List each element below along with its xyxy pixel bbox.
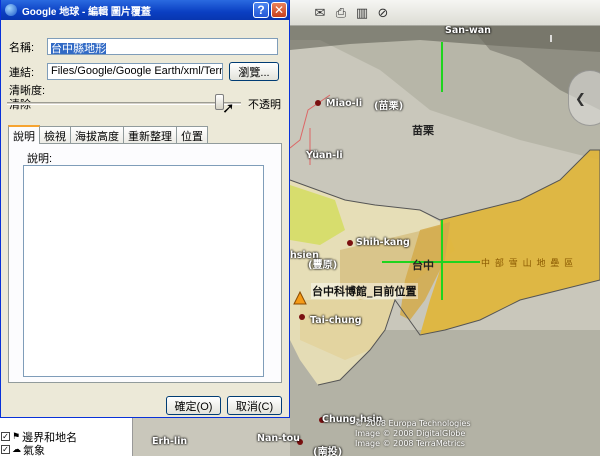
county-label: 台中: [412, 259, 434, 272]
flag-icon: ⚑: [12, 431, 21, 441]
city-label: Shih-kang: [356, 237, 410, 248]
layer-item[interactable]: ✓ ☁ 氣象: [0, 443, 132, 456]
city-label: Erh-lin: [152, 436, 188, 447]
description-label: 說明:: [27, 153, 53, 165]
tab-bar: 說明 檢視 海拔高度 重新整理 位置: [8, 125, 208, 144]
imagery-copyright: © 2008 Europa Technologies Image © 2008 …: [355, 419, 471, 448]
opaque-label: 不透明: [248, 99, 281, 111]
layer-item[interactable]: ✓ ⚑ 邊界和地名: [0, 430, 132, 444]
mail-icon[interactable]: ✉: [312, 5, 328, 21]
browse-button[interactable]: 瀏覽...: [229, 62, 279, 81]
dialog-title: Google 地球 - 編輯 圖片覆蓋: [22, 6, 151, 18]
edit-image-overlay-dialog: Google 地球 - 編輯 圖片覆蓋 ? ✕ 名稱: 台中縣地形 連結: Fi…: [0, 0, 290, 418]
layers-panel: ✓ ⚑ 邊界和地名 ✓ ☁ 氣象: [0, 418, 133, 456]
ok-button[interactable]: 確定(O): [166, 396, 221, 415]
city-label: San-wan: [445, 25, 491, 36]
city-label-zh: (豐原): [308, 260, 338, 271]
tab-panel-description: 說明:: [8, 143, 282, 383]
tab-altitude[interactable]: 海拔高度: [70, 126, 124, 143]
close-button[interactable]: ✕: [271, 2, 287, 18]
title-bar[interactable]: Google 地球 - 編輯 圖片覆蓋 ? ✕: [1, 0, 289, 20]
globe-icon: [5, 4, 17, 16]
weather-icon: ☁: [12, 444, 21, 454]
link-row: 連結: Files/Google/Google Earth/xml/Terrai…: [9, 62, 279, 81]
help-button[interactable]: ?: [253, 2, 269, 18]
county-label: 苗栗: [412, 124, 434, 137]
tab-refresh[interactable]: 重新整理: [123, 126, 177, 143]
tab-view[interactable]: 檢視: [39, 126, 71, 143]
mountain-range-label: 中 部 雪 山 地 壘 區: [481, 259, 575, 269]
cursor-arrow-icon: ➚: [222, 100, 235, 117]
map-toolbar: ✉ ⎙ ▥ ⊘: [290, 0, 600, 26]
cancel-button[interactable]: 取消(C): [227, 396, 282, 415]
no-entry-icon[interactable]: ⊘: [375, 5, 391, 21]
description-textarea[interactable]: [23, 165, 264, 377]
city-label-zh: (南投): [313, 447, 343, 456]
print-icon[interactable]: ⎙: [333, 5, 349, 21]
name-row: 名稱: 台中縣地形: [9, 38, 278, 55]
link-field[interactable]: Files/Google/Google Earth/xml/Terrain.jp…: [47, 63, 223, 80]
opacity-slider-track[interactable]: [7, 102, 241, 105]
navigation-control[interactable]: ❮: [568, 70, 600, 126]
name-field[interactable]: 台中縣地形: [47, 38, 278, 55]
city-label: Nan-tou: [257, 433, 300, 444]
tab-location[interactable]: 位置: [176, 126, 208, 143]
city-label-zh: (苗栗): [374, 101, 404, 112]
layer-label: 氣象: [23, 444, 45, 456]
checkbox[interactable]: ✓: [1, 445, 10, 454]
tab-description[interactable]: 說明: [8, 125, 40, 144]
city-label: Yüan-li: [306, 150, 343, 161]
book-icon[interactable]: ▥: [354, 5, 370, 21]
checkbox[interactable]: ✓: [1, 432, 10, 441]
placemark-label[interactable]: 台中科博館_目前位置: [311, 283, 418, 299]
city-label: Miao-li: [326, 98, 363, 109]
city-label: Tai-chung: [310, 315, 362, 326]
chevron-left-icon[interactable]: ❮: [575, 91, 586, 107]
name-label: 名稱:: [9, 41, 35, 54]
link-label: 連結:: [9, 66, 35, 79]
